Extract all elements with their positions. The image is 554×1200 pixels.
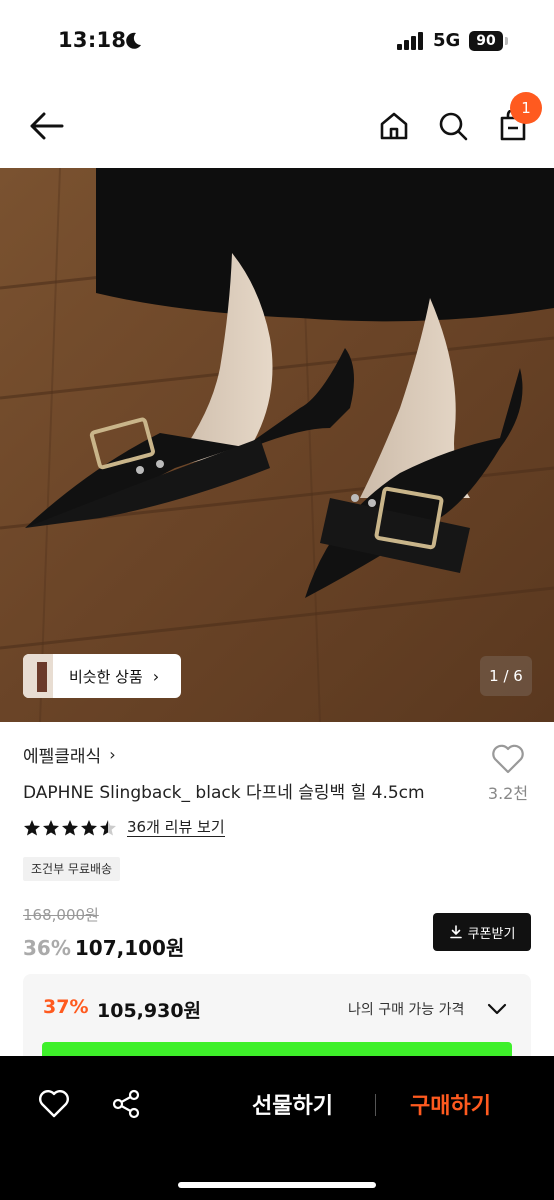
- shipping-badge: 조건부 무료배송: [23, 857, 121, 881]
- my-price-percent: 37%: [43, 996, 89, 1018]
- product-title: DAPHNE Slingback_ black 다프네 슬링백 힐 4.5cm: [23, 783, 425, 803]
- battery-icon: 90: [469, 31, 503, 51]
- rating-stars: [23, 819, 119, 837]
- similar-products-label: 비슷한 상품: [69, 667, 143, 686]
- back-icon[interactable]: [26, 106, 66, 146]
- status-bar: 13:18 5G 90: [0, 0, 554, 84]
- buy-button[interactable]: 구매하기: [410, 1088, 491, 1120]
- network-type: 5G: [433, 30, 461, 51]
- similar-thumbnail: [23, 654, 53, 698]
- battery-tip: [505, 37, 508, 45]
- top-nav: [0, 84, 554, 168]
- review-link[interactable]: 36개 리뷰 보기: [127, 818, 225, 837]
- home-indicator: [178, 1182, 376, 1188]
- sale-price-row: 36% 107,100원: [23, 932, 184, 961]
- heart-icon: [492, 744, 524, 774]
- chevron-right-icon: ›: [109, 745, 116, 764]
- coupon-label: 쿠폰받기: [467, 926, 516, 942]
- cart-count-badge: 1: [510, 92, 542, 124]
- sale-price: 107,100원: [74, 936, 185, 960]
- share-icon[interactable]: [110, 1088, 142, 1120]
- signal-icon: [397, 32, 423, 50]
- home-icon[interactable]: [374, 106, 414, 146]
- search-icon[interactable]: [433, 106, 473, 146]
- like-count: 3.2천: [487, 784, 529, 803]
- original-price: 168,000원: [23, 906, 99, 924]
- image-pager: 1 / 6: [480, 656, 532, 696]
- my-price-value: 105,930원: [97, 1000, 202, 1022]
- moon-icon: [126, 32, 141, 49]
- heart-icon[interactable]: [38, 1088, 70, 1120]
- rating-row: 36개 리뷰 보기: [23, 818, 225, 837]
- gift-button[interactable]: 선물하기: [252, 1088, 333, 1120]
- chevron-down-icon[interactable]: [486, 998, 508, 1020]
- my-price-label: 나의 구매 가능 가격: [348, 1002, 465, 1018]
- chevron-right-icon: ›: [152, 666, 160, 686]
- brand-link[interactable]: 에펠클래식 ›: [23, 742, 116, 767]
- bottom-action-bar: 선물하기 구매하기: [0, 1056, 554, 1200]
- divider: [375, 1094, 376, 1116]
- product-photo: [0, 168, 554, 722]
- like-button[interactable]: 3.2천: [486, 744, 530, 804]
- sale-percent: 36%: [23, 936, 71, 960]
- similar-products-button[interactable]: 비슷한 상품 ›: [23, 654, 181, 698]
- product-image[interactable]: [0, 168, 554, 722]
- coupon-button[interactable]: 쿠폰받기: [433, 913, 531, 951]
- brand-name: 에펠클래식: [23, 747, 102, 767]
- status-time: 13:18: [58, 28, 127, 52]
- download-icon: [449, 925, 462, 939]
